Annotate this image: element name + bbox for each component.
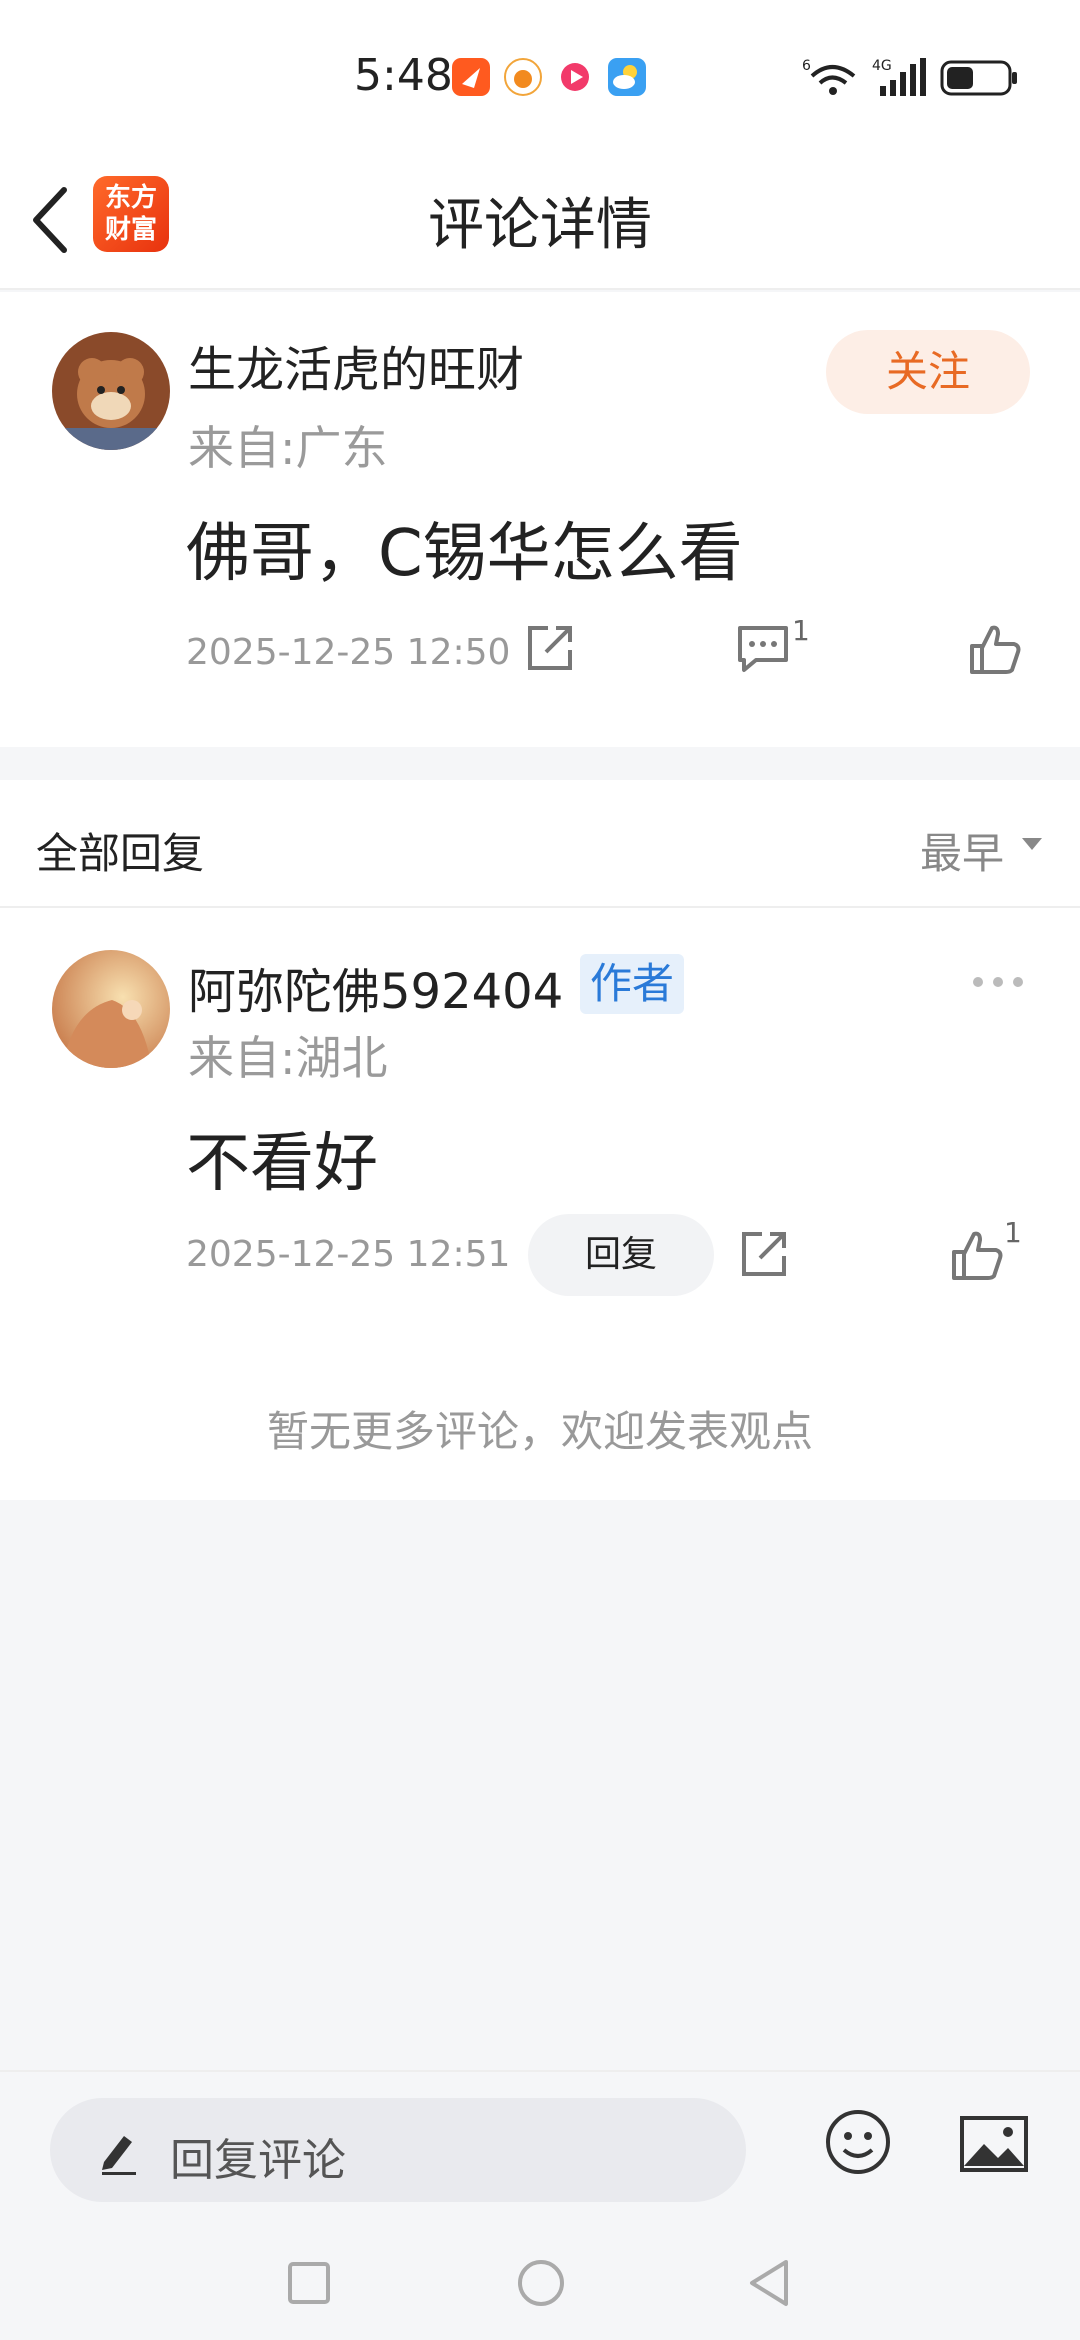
reply-input[interactable]: 回复评论 bbox=[50, 2098, 746, 2202]
svg-text:4G: 4G bbox=[872, 58, 892, 74]
bottom-bar: 回复评论 bbox=[0, 2070, 1080, 2224]
weather-app-icon bbox=[608, 58, 646, 96]
author-badge: 作者 bbox=[580, 954, 685, 1014]
image-icon bbox=[960, 2116, 1028, 2172]
image-button[interactable] bbox=[960, 2116, 1028, 2176]
cell-signal-icon: 4G bbox=[872, 58, 926, 96]
location: 来自:广东 bbox=[188, 421, 388, 475]
reply-item: 阿弥陀佛592404 作者 来自:湖北 不看好 2025-12-25 12:51… bbox=[0, 908, 1080, 1500]
user-name[interactable]: 阿弥陀佛592404 bbox=[188, 952, 563, 1022]
battery-icon bbox=[940, 60, 1017, 96]
back-nav-icon[interactable] bbox=[746, 2258, 792, 2308]
sort-dropdown[interactable]: 最早 bbox=[920, 820, 1004, 881]
messaging-app-icon bbox=[452, 58, 490, 96]
page-title: 评论详情 bbox=[428, 193, 652, 258]
emoji-icon bbox=[826, 2110, 890, 2174]
reply-button[interactable]: 回复 bbox=[528, 1214, 714, 1296]
pencil-icon bbox=[102, 2136, 136, 2175]
status-right-icons: 6 4G bbox=[802, 56, 1020, 100]
caret-down-icon[interactable] bbox=[1020, 836, 1044, 852]
no-more-comments: 暂无更多评论，欢迎发表观点 bbox=[266, 1407, 813, 1456]
header: 东方 财富 评论详情 bbox=[0, 150, 1080, 290]
share-button[interactable] bbox=[524, 622, 576, 678]
comment-icon bbox=[738, 626, 788, 672]
reply-text: 不看好 bbox=[186, 1127, 378, 1201]
wifi-icon: 6 bbox=[802, 58, 856, 95]
status-bar: 5:48 6 4G bbox=[0, 0, 1080, 150]
reply-input-placeholder: 回复评论 bbox=[170, 2135, 346, 2186]
like-count: 1 bbox=[1004, 1216, 1022, 1249]
timestamp: 2025-12-25 12:50 bbox=[186, 632, 511, 673]
emoji-button[interactable] bbox=[824, 2108, 892, 2180]
share-icon bbox=[528, 626, 572, 670]
location: 来自:湖北 bbox=[188, 1031, 388, 1085]
follow-button[interactable]: 关注 bbox=[826, 330, 1030, 414]
reply-count: 1 bbox=[792, 614, 810, 647]
user-name[interactable]: 生龙活虎的旺财 bbox=[188, 330, 524, 400]
comment-button[interactable] bbox=[736, 624, 790, 678]
status-time: 5:48 bbox=[354, 50, 453, 101]
video-app-icon bbox=[556, 58, 594, 96]
more-dots-icon bbox=[973, 977, 1023, 987]
svg-text:6: 6 bbox=[802, 58, 811, 74]
avatar[interactable] bbox=[52, 332, 170, 450]
replies-title: 全部回复 bbox=[36, 829, 205, 878]
comment-text: 佛哥，C锡华怎么看 bbox=[186, 517, 743, 591]
recents-button-icon[interactable] bbox=[286, 2260, 332, 2306]
replies-header: 全部回复 最早 bbox=[0, 780, 1080, 908]
timestamp: 2025-12-25 12:51 bbox=[186, 1234, 511, 1275]
like-button[interactable] bbox=[950, 1228, 1004, 1286]
more-options-button[interactable] bbox=[970, 974, 1026, 994]
system-nav-bar bbox=[0, 2224, 1080, 2340]
avatar[interactable] bbox=[52, 950, 170, 1068]
share-icon bbox=[742, 1232, 786, 1276]
thumbs-up-icon bbox=[970, 625, 1021, 674]
thumbs-up-icon bbox=[952, 1231, 1003, 1280]
weibo-app-icon bbox=[504, 58, 542, 96]
share-button[interactable] bbox=[738, 1228, 790, 1284]
home-button-icon[interactable] bbox=[516, 2258, 566, 2308]
main-comment: 生龙活虎的旺财 来自:广东 关注 佛哥，C锡华怎么看 2025-12-25 12… bbox=[0, 292, 1080, 747]
like-button[interactable] bbox=[968, 622, 1022, 680]
